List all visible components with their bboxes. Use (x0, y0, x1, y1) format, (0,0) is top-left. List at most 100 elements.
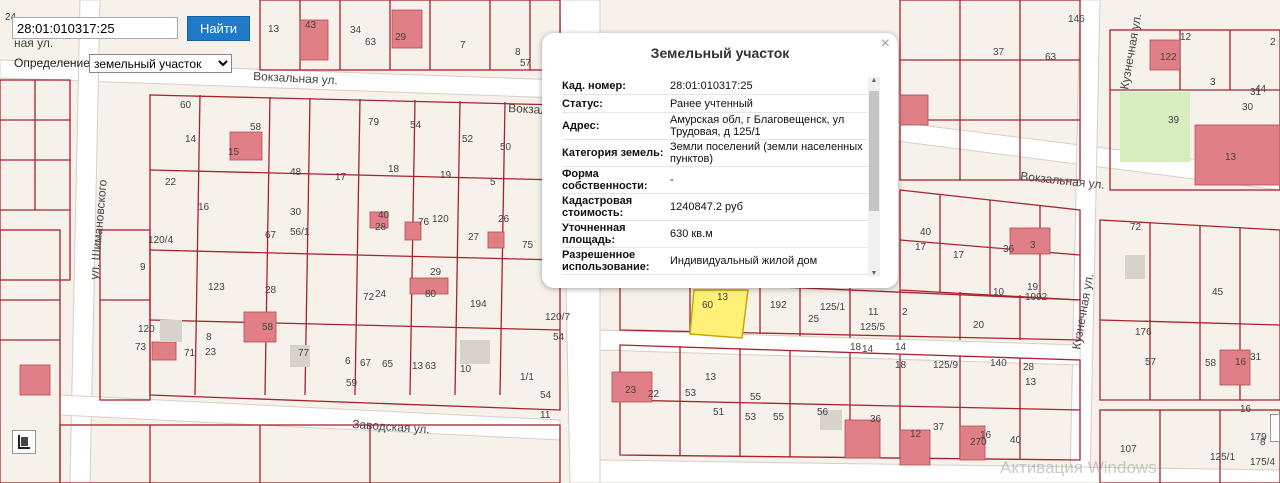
parcel-number-label: 58 (250, 122, 262, 133)
parcel-number-label: 52 (462, 134, 474, 145)
attribute-row: Категория земель: Земли поселений (земли … (562, 140, 880, 167)
definition-select[interactable]: земельный участок (89, 54, 232, 73)
parcel-number-label: 22 (648, 389, 660, 400)
parcel-number-label: 28 (375, 222, 387, 233)
parcel-number-label: 29 (395, 32, 407, 43)
attribute-label: Категория земель: (562, 147, 664, 159)
parcel-number-label: 1992 (1025, 292, 1048, 303)
scroll-down-icon[interactable]: ▼ (870, 270, 878, 277)
parcel-number-label: 79 (368, 117, 380, 128)
parcel-number-label: 26 (498, 214, 510, 225)
parcel-number-label: 18 (850, 342, 862, 353)
search-input[interactable] (12, 17, 178, 39)
parcel-number-label: 13 (1025, 377, 1037, 388)
parcel-number-label: 8 (515, 47, 521, 58)
parcel-info-popup: Земельный участок × Кад. номер: 28:01:010… (542, 33, 898, 288)
parcel-number-label: 19 (440, 170, 452, 181)
parcel-number-label: 16 (1235, 357, 1247, 368)
attribute-label: Уточненная площадь: (562, 222, 626, 246)
parcel-number-label: 6 (345, 356, 351, 367)
attribute-label: Кадастровая стоимость: (562, 195, 633, 219)
parcel-number-label: 50 (500, 142, 512, 153)
parcel-number-label: 55 (750, 392, 762, 403)
attribute-row: Кадастровая стоимость: 1240847.2 руб (562, 194, 880, 221)
parcel-number-label: 40 (920, 227, 932, 238)
windows-activation-watermark: Активация Windows (1000, 458, 1157, 477)
parcel-number-label: 77 (298, 348, 310, 359)
parcel-number-label: 15 (228, 147, 240, 158)
parcel-number-label: 11 (540, 410, 551, 421)
parcel-number-label: 5 (490, 177, 496, 188)
attribute-label: Статус: (562, 97, 603, 110)
parcel-number-label: 14 (185, 134, 197, 145)
parcel-number-label: 53 (745, 412, 757, 423)
attribute-row: Кад. номер: 28:01:010317:25 (562, 77, 880, 95)
parcel-number-label: 45 (1212, 287, 1224, 298)
parcel-number-label: 12 (1180, 32, 1192, 43)
parcel-number-label: 60 (180, 100, 192, 111)
close-icon[interactable]: × (881, 35, 890, 53)
parcel-number-label: 3 (1030, 240, 1036, 251)
map-control[interactable] (1270, 414, 1280, 442)
parcel-number-label: 2 (902, 307, 908, 318)
parcel-number-label: 107 (1120, 444, 1137, 455)
scroll-thumb[interactable] (869, 91, 879, 211)
parcel-number-label: 54 (553, 332, 565, 343)
parcel-number-label: 67 (265, 230, 277, 241)
parcel-number-label: 63 (425, 361, 437, 372)
parcel-number-label: 60 (702, 300, 714, 311)
parcel-number-label: 7 (460, 40, 466, 51)
parcel-number-label: 17 (953, 250, 965, 261)
parcel-number-label: 17 (335, 172, 347, 183)
parcel-number-label: 123 (208, 282, 225, 293)
parcel-number-label: 73 (135, 342, 147, 353)
attribute-value: Земли поселений (земли населенных пункто… (670, 141, 863, 165)
parcel-number-label: 125/1 (1210, 452, 1235, 463)
find-button[interactable]: Найти (187, 16, 250, 41)
parcel-number-label: 23 (625, 385, 637, 396)
parcel-number-label: 1/1 (520, 372, 534, 383)
parcel-number-label: 13 (1225, 152, 1237, 163)
parcel-number-label: 72 (363, 292, 375, 303)
parcel-number-label: 59 (346, 378, 358, 389)
parcel-number-label: 22 (165, 177, 177, 188)
attribute-label: Форма собственности: (562, 168, 648, 192)
parcel-number-label: 39 (1168, 115, 1180, 126)
scroll-up-icon[interactable]: ▲ (870, 77, 878, 84)
definition-label: Определение: (14, 56, 94, 70)
parcel-number-label: 36 (1003, 244, 1015, 255)
parcel-number-label: 54 (410, 120, 422, 131)
parcel-number-label: 34 (350, 25, 362, 36)
parcel-number-label: 40 (1010, 435, 1022, 446)
parcel-number-label: 27 (468, 232, 480, 243)
parcel-number-label: 13 (268, 24, 280, 35)
parcel-number-label: 18 (895, 360, 907, 371)
layers-icon[interactable] (12, 430, 36, 454)
parcel-number-label: 9 (140, 262, 146, 273)
parcel-number-label: 13 (717, 292, 729, 303)
parcel-number-label: 57 (520, 58, 532, 69)
parcel-number-label: 40 (378, 210, 390, 221)
attribute-value: - (670, 174, 674, 186)
parcel-number-label: 58 (1205, 358, 1217, 369)
parcel-number-label: 65 (382, 359, 394, 370)
parcel-number-label: 179 (1250, 432, 1267, 443)
parcel-number-label: 71 (184, 348, 196, 359)
attribute-row: Адрес: Амурская обл, г Благовещенск, ул Т… (562, 113, 880, 140)
attribute-value: Ранее учтенный (670, 97, 753, 110)
attribute-row: Статус: Ранее учтенный (562, 95, 880, 113)
attribute-value: Амурская обл, г Благовещенск, ул Трудова… (670, 114, 845, 138)
parcel-number-label: 13 (412, 361, 424, 372)
attribute-label: Кад. номер: (562, 79, 626, 92)
parcel-number-label: 57 (1145, 357, 1157, 368)
parcel-number-label: 12 (910, 429, 922, 440)
parcel-number-label: 125/5 (860, 322, 885, 333)
parcel-number-label: 29 (430, 267, 442, 278)
parcel-number-label: 25 (808, 314, 820, 325)
popup-scrollbar[interactable]: ▲ ▼ (868, 77, 880, 277)
parcel-number-label: 125/1 (820, 302, 845, 313)
attribute-value: 1240847.2 руб (670, 201, 743, 213)
parcel-number-label: 17 (915, 242, 927, 253)
attribute-row: Форма собственности: - (562, 167, 880, 194)
parcel-number-label: 16 (980, 430, 992, 441)
